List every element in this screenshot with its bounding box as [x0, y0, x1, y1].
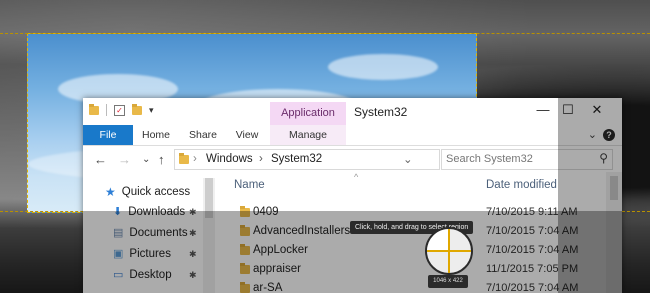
file-list-scrollbar[interactable] — [606, 172, 622, 293]
tab-share[interactable]: Share — [181, 125, 225, 145]
breadcrumb-windows[interactable]: Windows — [206, 153, 253, 165]
customize-toolbar-icon[interactable]: ▾ — [149, 105, 154, 116]
context-tab-application-tools[interactable]: Application Tools — [270, 102, 346, 142]
selection-guide-top — [0, 33, 650, 34]
tab-view[interactable]: View — [229, 125, 265, 145]
quick-access-toolbar: ✓ ▾ — [89, 103, 154, 116]
breadcrumb-system32[interactable]: System32 — [271, 153, 322, 165]
tab-home[interactable]: Home — [135, 125, 177, 145]
file-date: 7/10/2015 9:11 AM — [486, 206, 578, 218]
search-icon: ⚲ — [599, 151, 608, 165]
file-name: appraiser — [253, 263, 301, 275]
folder-icon — [240, 206, 250, 217]
nav-item-pictures[interactable]: ▣ Pictures — [113, 247, 171, 261]
file-name: 0409 — [253, 206, 279, 218]
properties-icon[interactable]: ✓ — [114, 104, 125, 116]
snip-magnifier: 1046 x 422 — [425, 227, 473, 290]
search-box[interactable]: Search System32 ⚲ — [441, 149, 613, 170]
file-name: AdvancedInstallers — [253, 225, 351, 237]
crosshair-vertical — [448, 229, 450, 273]
window-title: System32 — [354, 105, 408, 119]
nav-item-label: Quick access — [121, 186, 191, 198]
file-date: 11/1/2015 7:05 PM — [486, 263, 579, 275]
sort-caret-icon: ^ — [354, 172, 359, 182]
maximize-button[interactable]: ☐ — [553, 102, 583, 118]
pin-icon: ✱ — [189, 228, 197, 238]
close-button[interactable]: ✕ — [582, 102, 612, 118]
column-header-date[interactable]: Date modified — [486, 179, 557, 191]
address-bar[interactable]: › Windows › System32 ⌄ ↻ — [174, 149, 524, 170]
table-row[interactable]: ar-SA 7/10/2015 7:04 AM — [216, 280, 622, 293]
file-name: AppLocker — [253, 244, 308, 256]
folder-icon — [240, 263, 250, 274]
tab-manage[interactable]: Manage — [270, 125, 346, 145]
table-row[interactable]: AppLocker 7/10/2015 7:04 AM — [216, 242, 622, 261]
column-header-name[interactable]: Name — [234, 179, 265, 191]
breadcrumb-separator: › — [193, 153, 197, 165]
star-icon: ★ — [105, 185, 116, 199]
nav-item-label: Pictures — [129, 247, 171, 260]
folder-icon — [179, 153, 189, 164]
back-button[interactable]: ← — [94, 152, 107, 167]
file-date: 7/10/2015 7:04 AM — [486, 244, 579, 256]
search-input[interactable]: Search System32 — [446, 153, 533, 165]
folder-icon — [240, 244, 250, 255]
title-bar: ✓ ▾ Application Tools System32 — ☐ ✕ — [83, 98, 622, 142]
desktop-icon: ▭ — [113, 269, 124, 281]
scrollbar-thumb[interactable] — [205, 178, 213, 218]
ribbon-tabs: File Home Share View Manage ⌄ ? — [83, 125, 622, 146]
new-folder-icon[interactable] — [132, 103, 142, 115]
scrollbar-thumb[interactable] — [610, 176, 618, 200]
magnifier-readout: 1046 x 422 — [428, 275, 468, 288]
nav-item-label: Documents — [129, 226, 188, 239]
pin-icon: ✱ — [189, 207, 197, 217]
nav-item-label: Downloads — [128, 205, 186, 218]
folder-icon — [89, 103, 99, 115]
pin-icon: ✱ — [189, 249, 197, 259]
navigation-pane: ★ Quick access ⬇ Downloads ✱ ▤ Documents… — [83, 172, 216, 293]
pin-icon: ✱ — [189, 270, 197, 280]
tab-file[interactable]: File — [83, 125, 133, 145]
up-button[interactable]: ↑ — [158, 152, 165, 167]
magnifier-lens — [425, 227, 473, 275]
folder-icon — [240, 282, 250, 293]
nav-item-quick-access[interactable]: ★ Quick access — [105, 185, 190, 199]
file-name: ar-SA — [253, 282, 283, 293]
table-row[interactable]: appraiser 11/1/2015 7:05 PM — [216, 261, 622, 280]
documents-icon: ▤ — [113, 227, 124, 239]
address-dropdown-icon[interactable]: ⌄ — [403, 152, 413, 166]
download-icon: ⬇ — [113, 206, 123, 218]
nav-item-desktop[interactable]: ▭ Desktop — [113, 268, 172, 282]
file-explorer-window: ✓ ▾ Application Tools System32 — ☐ ✕ Fil… — [83, 98, 622, 293]
toolbar-separator — [106, 104, 107, 116]
file-date: 7/10/2015 7:04 AM — [486, 225, 579, 237]
help-icon[interactable]: ? — [603, 129, 615, 141]
nav-pane-scrollbar[interactable] — [203, 178, 215, 293]
nav-item-downloads[interactable]: ⬇ Downloads — [113, 205, 186, 219]
recent-locations-button[interactable]: ⌄ — [142, 154, 150, 165]
file-date: 7/10/2015 7:04 AM — [486, 282, 579, 293]
folder-icon — [240, 225, 250, 236]
pictures-icon: ▣ — [113, 248, 124, 260]
ribbon-expand-icon[interactable]: ⌄ — [588, 128, 597, 141]
nav-item-documents[interactable]: ▤ Documents — [113, 226, 188, 240]
breadcrumb-separator: › — [259, 153, 263, 165]
nav-item-label: Desktop — [129, 268, 172, 281]
forward-button[interactable]: → — [118, 152, 131, 167]
address-row: ← → ⌄ ↑ › Windows › System32 ⌄ ↻ Search … — [83, 146, 622, 172]
